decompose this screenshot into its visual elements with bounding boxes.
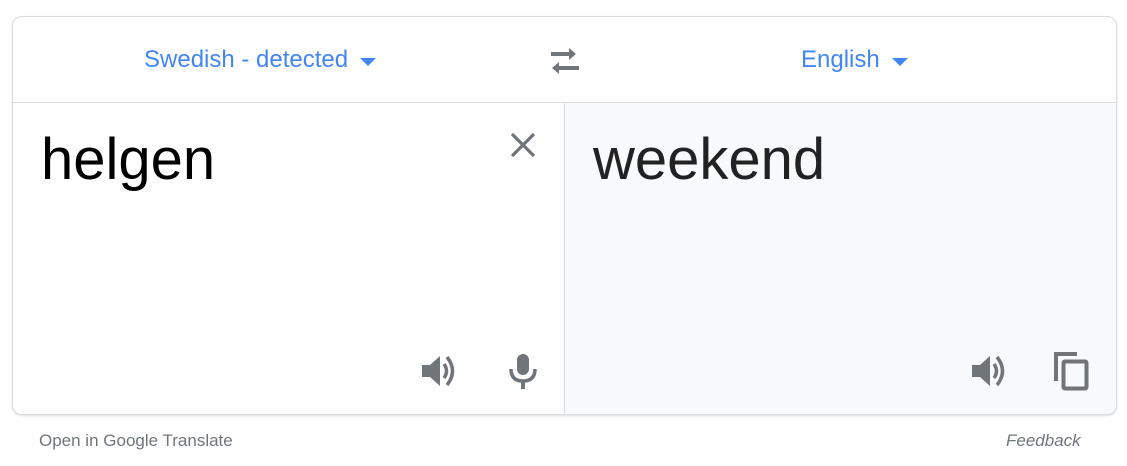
open-in-google-translate-link[interactable]: Open in Google Translate — [39, 431, 233, 451]
chevron-down-icon — [891, 58, 908, 66]
voice-input-button[interactable] — [503, 351, 543, 391]
listen-translation-button[interactable] — [969, 351, 1009, 391]
target-language-selector[interactable]: English — [801, 45, 908, 75]
listen-source-button[interactable] — [419, 351, 459, 391]
source-language-label: Swedish - detected — [144, 46, 349, 73]
copy-icon — [1054, 352, 1089, 391]
clear-source-button[interactable] — [507, 129, 539, 161]
speaker-icon — [972, 355, 1005, 387]
target-pane: weekend — [565, 103, 1116, 414]
copy-translation-button[interactable] — [1051, 351, 1091, 391]
close-icon — [510, 132, 536, 158]
source-language-selector[interactable]: Swedish - detected — [144, 45, 377, 75]
swap-languages-button[interactable] — [545, 44, 585, 78]
chevron-down-icon — [360, 58, 377, 66]
microphone-icon — [509, 354, 537, 389]
translated-text: weekend — [593, 127, 826, 192]
target-language-label: English — [801, 46, 880, 73]
source-text-input[interactable]: helgen — [41, 127, 215, 193]
speaker-icon — [422, 355, 455, 387]
swap-arrows-icon — [551, 48, 579, 74]
feedback-link[interactable]: Feedback — [1006, 431, 1081, 451]
translate-card: Swedish - detected English helgen weeken… — [12, 16, 1117, 415]
source-pane: helgen — [13, 103, 565, 414]
language-bar: Swedish - detected English — [13, 17, 1116, 103]
